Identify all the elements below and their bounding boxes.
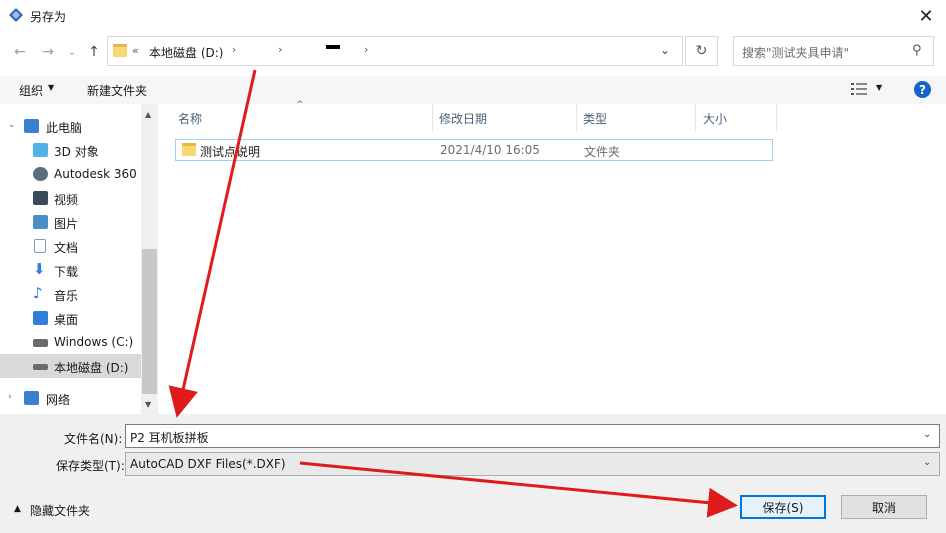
computer-icon [24, 119, 39, 133]
expand-chevron-icon[interactable]: ⌄ [8, 120, 16, 130]
sidebar-item-label: 视频 [54, 193, 79, 207]
sidebar-item-3d-objects[interactable]: 3D 对象 [0, 138, 141, 162]
column-header-type[interactable]: 类型 [583, 110, 607, 132]
sidebar-item-network[interactable]: › 网络 [0, 386, 141, 410]
save-dialog-app-icon [9, 8, 23, 22]
scroll-down-icon[interactable]: ▼ [145, 400, 151, 409]
sidebar-item-documents[interactable]: 文档 [0, 234, 141, 258]
desktop-icon [33, 311, 48, 325]
filetype-label: 保存类型(T): [56, 459, 125, 473]
new-folder-button[interactable]: 新建文件夹 [87, 82, 147, 99]
expand-chevron-icon[interactable]: › [8, 392, 12, 402]
collapse-chevron-icon[interactable]: ▲ [14, 504, 21, 514]
music-icon: ♪ [33, 284, 43, 302]
network-icon [24, 391, 39, 405]
cloud-icon [33, 167, 48, 181]
file-date: 2021/4/10 16:05 [440, 143, 540, 157]
downloads-icon: ⬇ [33, 260, 46, 278]
file-row[interactable]: 测试点说明 2021/4/10 16:05 文件夹 [175, 139, 773, 161]
redacted-breadcrumb [326, 45, 340, 49]
breadcrumb-separator-icon[interactable]: › [278, 43, 282, 56]
back-arrow-icon[interactable]: ← [10, 42, 30, 62]
sidebar-item-autodesk-360[interactable]: Autodesk 360 [0, 162, 141, 186]
window-title: 另存为 [30, 10, 67, 24]
view-details-icon[interactable] [851, 82, 867, 96]
sidebar-item-label: Windows (C:) [54, 335, 134, 349]
view-dropdown-icon[interactable]: ▼ [876, 83, 882, 92]
sidebar-item-label: 网络 [46, 393, 71, 407]
search-placeholder: 搜索"测试夹具申请" [742, 46, 850, 60]
save-button[interactable]: 保存(S) [740, 495, 826, 519]
sidebar-item-label: Autodesk 360 [54, 167, 137, 181]
3d-objects-icon [33, 143, 48, 157]
filetype-select[interactable]: AutoCAD DXF Files(*.DXF) ⌄ [125, 452, 940, 476]
recent-locations-chevron-icon[interactable]: ⌄ [62, 42, 82, 62]
sidebar-item-windows-c[interactable]: Windows (C:) [0, 330, 141, 354]
video-icon [33, 191, 48, 205]
column-header-name[interactable]: 名称 [178, 110, 202, 132]
folder-icon [182, 143, 196, 156]
sidebar-item-videos[interactable]: 视频 [0, 186, 141, 210]
sidebar-item-label: 文档 [54, 241, 79, 255]
pictures-icon [33, 215, 48, 229]
filename-label: 文件名(N): [64, 432, 123, 446]
sidebar-item-downloads[interactable]: ⬇ 下载 [0, 258, 141, 282]
organize-menu-button[interactable]: 组织 [19, 82, 43, 99]
sidebar-item-label: 本地磁盘 (D:) [54, 361, 129, 375]
scroll-up-icon[interactable]: ▲ [145, 110, 151, 119]
title-bar: 另存为 ✕ [0, 0, 946, 32]
column-header-size[interactable]: 大小 [703, 110, 727, 132]
address-bar[interactable]: « 本地磁盘 (D:) › › › ⌄ [107, 36, 683, 66]
sidebar-item-label: 桌面 [54, 313, 79, 327]
forward-arrow-icon[interactable]: → [38, 42, 58, 62]
filename-dropdown-icon[interactable]: ⌄ [923, 429, 931, 440]
folder-icon [113, 44, 127, 57]
sidebar-item-local-disk-d[interactable]: 本地磁盘 (D:) [0, 354, 141, 378]
sort-ascending-icon: ^ [296, 100, 304, 110]
sidebar-item-pictures[interactable]: 图片 [0, 210, 141, 234]
file-name: 测试点说明 [200, 145, 261, 159]
documents-icon [34, 239, 46, 253]
drive-d-icon [33, 364, 48, 370]
breadcrumb-drive-d[interactable]: 本地磁盘 (D:) [149, 44, 223, 61]
file-type: 文件夹 [584, 145, 621, 159]
sidebar-item-label: 图片 [54, 217, 79, 231]
overflow-chevron-icon[interactable]: « [132, 44, 139, 57]
sidebar-item-label: 3D 对象 [54, 145, 99, 159]
sidebar-item-this-pc[interactable]: ⌄ 此电脑 [0, 114, 141, 138]
close-button[interactable]: ✕ [906, 0, 946, 32]
drive-c-icon [33, 339, 48, 347]
sidebar-item-label: 下载 [54, 265, 79, 279]
hide-folders-toggle[interactable]: 隐藏文件夹 [30, 502, 90, 519]
sidebar-item-desktop[interactable]: 桌面 [0, 306, 141, 330]
cancel-button[interactable]: 取消 [841, 495, 927, 519]
column-divider[interactable] [695, 104, 696, 132]
breadcrumb-separator-icon[interactable]: › [364, 43, 368, 56]
filetype-value[interactable]: AutoCAD DXF Files(*.DXF) [130, 457, 286, 471]
sidebar-item-label: 音乐 [54, 289, 79, 303]
filename-input[interactable]: P2 耳机板拼板 ⌄ [125, 424, 940, 448]
column-header-date[interactable]: 修改日期 [439, 110, 487, 132]
refresh-button[interactable]: ↻ [685, 36, 718, 66]
column-divider[interactable] [432, 104, 433, 132]
toolbar: 组织 ▼ 新建文件夹 ▼ ? [0, 76, 946, 104]
search-icon[interactable]: ⚲ [912, 43, 922, 58]
breadcrumb-separator-icon[interactable]: › [232, 43, 236, 56]
navigation-pane[interactable]: ▲ ▼ ⌄ 此电脑 3D 对象 Autodesk 360 视频 图片 文档 ⬇ … [0, 104, 158, 414]
filename-value[interactable]: P2 耳机板拼板 [130, 429, 209, 446]
search-input[interactable]: 搜索"测试夹具申请" ⚲ [733, 36, 934, 66]
sidebar-item-label: 此电脑 [46, 121, 83, 135]
column-divider[interactable] [576, 104, 577, 132]
filetype-dropdown-icon[interactable]: ⌄ [923, 457, 931, 468]
help-icon[interactable]: ? [914, 81, 931, 98]
up-folder-arrow-icon[interactable]: ↑ [84, 42, 104, 62]
sidebar-item-music[interactable]: ♪ 音乐 [0, 282, 141, 306]
organize-dropdown-icon[interactable]: ▼ [48, 83, 54, 92]
address-dropdown-icon[interactable]: ⌄ [660, 43, 670, 57]
nav-pane-scroll-thumb[interactable] [142, 249, 157, 394]
column-divider[interactable] [776, 104, 777, 132]
